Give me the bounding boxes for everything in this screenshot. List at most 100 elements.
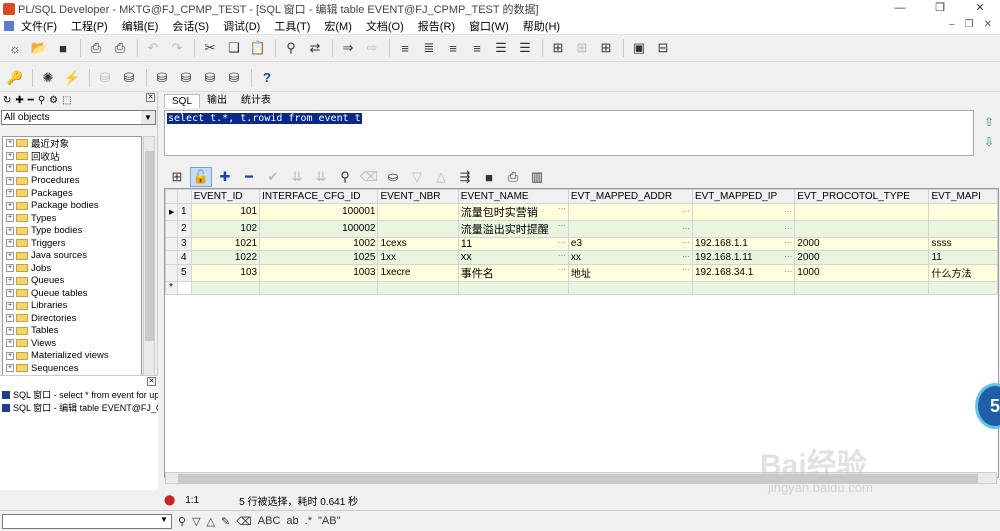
tree-item[interactable]: + Views: [3, 337, 141, 350]
clear-icon[interactable]: ⌫: [236, 515, 252, 528]
search-combo[interactable]: ▼: [2, 513, 172, 529]
undo-icon[interactable]: ↶: [142, 38, 164, 58]
database-sessions-icon[interactable]: ⛁: [175, 68, 197, 88]
database-icon[interactable]: ⛁: [151, 68, 173, 88]
replace-icon[interactable]: ⇄: [304, 38, 326, 58]
table-cell[interactable]: 192.168.1.1 ···: [691, 236, 796, 251]
print-results-icon[interactable]: ⎙: [502, 167, 524, 187]
table-cell[interactable]: 1022: [190, 250, 261, 265]
save-results-icon[interactable]: ■: [478, 167, 500, 187]
remove-icon[interactable]: ━: [28, 95, 34, 106]
restore-icon[interactable]: ❐: [920, 0, 960, 17]
column-header[interactable]: EVT_MAPPED_ADDR: [567, 189, 693, 204]
tree-scrollbar[interactable]: [143, 136, 155, 376]
table-cell[interactable]: ···: [691, 219, 796, 238]
execute-icon[interactable]: ⇒: [337, 38, 359, 58]
table-cell[interactable]: [377, 280, 459, 295]
unindent-icon[interactable]: ≣: [418, 38, 440, 58]
grid-view-icon[interactable]: ⊞: [166, 167, 188, 187]
table-cell[interactable]: [377, 202, 459, 221]
menu-window[interactable]: 窗口(W): [462, 18, 516, 34]
menu-tools[interactable]: 工具(T): [267, 18, 317, 34]
connect-icon[interactable]: ⛁: [94, 68, 116, 88]
next-page-icon[interactable]: ⇊: [286, 167, 308, 187]
expand-icon[interactable]: +: [6, 189, 14, 198]
highlight-icon[interactable]: ✎: [221, 515, 230, 528]
object-filter-select[interactable]: All objects ▼: [1, 110, 156, 125]
expand-icon[interactable]: +: [6, 251, 14, 260]
find-icon[interactable]: ⚲: [38, 95, 45, 106]
copy-icon[interactable]: ❏: [223, 38, 245, 58]
save-icon[interactable]: ■: [52, 38, 74, 58]
table-cell[interactable]: 1xecre: [377, 263, 459, 282]
ellipsis-icon[interactable]: ···: [784, 267, 792, 276]
table-cell[interactable]: 102: [190, 219, 261, 238]
expand-icon[interactable]: +: [6, 326, 14, 335]
table-row[interactable]: 4 1022 1025 1xx xx ··· xx ··· 192.168.1.11 ··· 200…: [165, 250, 998, 265]
tree-item[interactable]: + Package bodies: [3, 200, 141, 213]
table-cell[interactable]: [928, 202, 998, 221]
print-icon[interactable]: ⎙: [85, 38, 107, 58]
tab-statistics[interactable]: 统计表: [234, 94, 278, 108]
tree-item[interactable]: + Java sources: [3, 250, 141, 263]
regex-icon[interactable]: .*: [305, 515, 312, 527]
menu-macro[interactable]: 宏(M): [317, 18, 359, 34]
ellipsis-icon[interactable]: ···: [682, 207, 690, 216]
whole-word-icon[interactable]: ab: [286, 515, 298, 527]
expand-icon[interactable]: +: [6, 276, 14, 285]
table-cell[interactable]: 1021: [190, 236, 261, 251]
doc-minimize-icon[interactable]: –: [949, 19, 955, 30]
table-cell[interactable]: [794, 219, 930, 238]
chevron-down-icon[interactable]: ▼: [141, 111, 155, 124]
find-icon[interactable]: ⚲: [178, 515, 186, 528]
tree-item[interactable]: + Procedures: [3, 175, 141, 188]
ellipsis-icon[interactable]: ···: [784, 238, 792, 247]
window-list-item[interactable]: SQL 窗口 - 编辑 table EVENT@FJ_C: [0, 401, 158, 414]
menu-session[interactable]: 会话(S): [165, 18, 216, 34]
expand-icon[interactable]: +: [6, 176, 14, 185]
table-cell[interactable]: [567, 280, 693, 295]
table-cell[interactable]: 流量溢出实时提醒 ···: [457, 219, 569, 238]
quote-icon[interactable]: "AB": [318, 515, 340, 527]
table-row[interactable]: 5 103 1003 1xecre 事件名 ··· 地址 ··· 192.168.34.1 ···…: [165, 263, 998, 282]
table-cell[interactable]: 1025: [259, 250, 379, 265]
table-cell[interactable]: 2000: [794, 236, 930, 251]
cut-icon[interactable]: ✂: [199, 38, 221, 58]
delete-record-icon[interactable]: ━: [238, 167, 260, 187]
table-cell[interactable]: [794, 280, 930, 295]
paste-icon[interactable]: 📋: [247, 38, 269, 58]
expand-icon[interactable]: +: [6, 151, 14, 160]
table-cell[interactable]: [190, 280, 261, 295]
column-header[interactable]: EVT_PROCOTOL_TYPE: [794, 189, 930, 204]
table-cell[interactable]: [176, 280, 192, 295]
tree-item[interactable]: + Triggers: [3, 237, 141, 250]
row-indicator[interactable]: [165, 263, 178, 282]
find-next-icon[interactable]: ▽: [192, 515, 200, 528]
doc-restore-icon[interactable]: ❐: [965, 19, 974, 30]
windows-icon[interactable]: ▣: [628, 38, 650, 58]
table-cell[interactable]: [377, 219, 459, 238]
window-menu-icon[interactable]: [4, 20, 14, 31]
ellipsis-icon[interactable]: ···: [784, 207, 792, 216]
menu-edit[interactable]: 编辑(E): [115, 18, 166, 34]
next-sql-icon[interactable]: ⇩: [978, 132, 1000, 152]
find-previous-icon[interactable]: △: [207, 515, 215, 528]
tree-item[interactable]: + Functions: [3, 162, 141, 175]
ellipsis-icon[interactable]: ···: [682, 252, 690, 261]
column-header[interactable]: EVENT_ID: [190, 189, 261, 204]
menu-file[interactable]: 文件(F): [14, 18, 64, 34]
close-panel-icon[interactable]: ✕: [146, 93, 155, 102]
table-cell[interactable]: [691, 280, 796, 295]
tree-item[interactable]: + Sequences: [3, 362, 141, 375]
expand-icon[interactable]: +: [6, 139, 14, 148]
sort-down-icon[interactable]: ▽: [406, 167, 428, 187]
ellipsis-icon[interactable]: ···: [558, 221, 566, 230]
tree-item[interactable]: + 最近对象: [3, 137, 141, 150]
tree-item[interactable]: + Materialized views: [3, 350, 141, 363]
column-header[interactable]: INTERFACE_CFG_ID: [259, 189, 379, 204]
ellipsis-icon[interactable]: ···: [784, 252, 792, 261]
rollback-icon[interactable]: ⚡: [61, 68, 83, 88]
table-cell[interactable]: ···: [567, 219, 693, 238]
print-preview-icon[interactable]: ⎙: [109, 38, 131, 58]
expand-icon[interactable]: +: [6, 364, 14, 373]
